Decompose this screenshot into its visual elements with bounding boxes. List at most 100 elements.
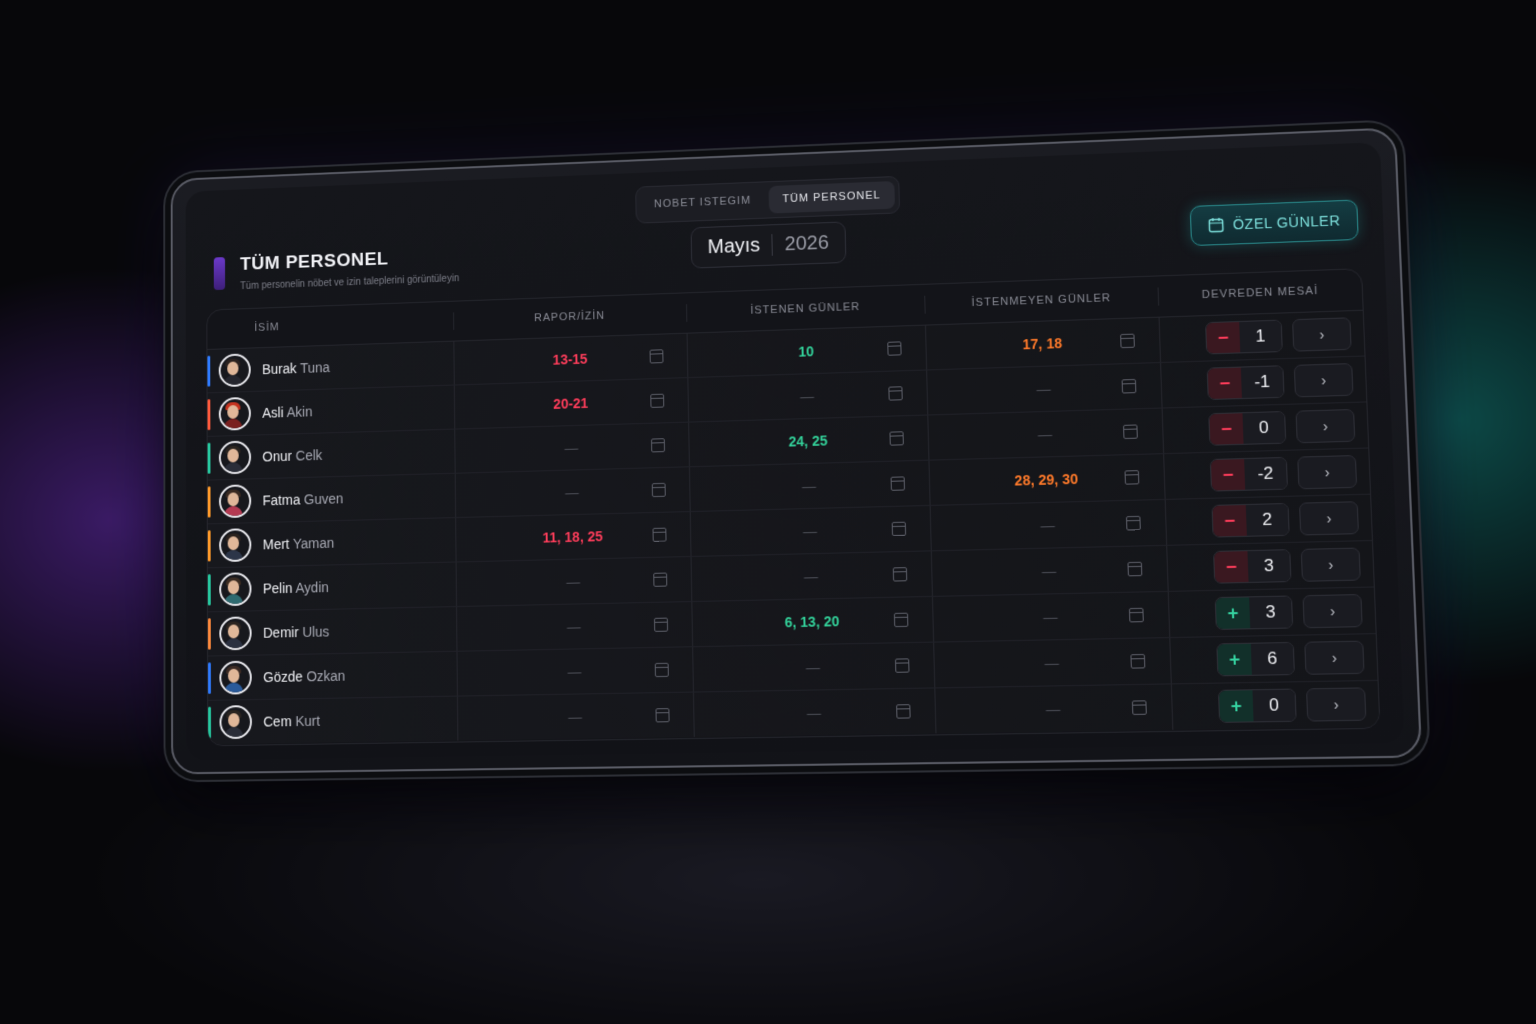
row-detail-button[interactable]: › [1305,687,1367,722]
carryover-stepper: − 2 [1211,502,1290,538]
row-detail-button[interactable]: › [1293,363,1354,398]
report-value: — [565,484,579,501]
decrement-button[interactable]: − [1212,505,1247,537]
calendar-icon[interactable] [887,341,902,356]
last-name: Yaman [292,534,335,552]
calendar-icon[interactable] [655,708,670,723]
carryover-stepper: − 0 [1208,410,1287,446]
avatar-face [228,713,240,728]
row-detail-button[interactable]: › [1292,317,1352,352]
unwanted-cell: 17, 18 [925,317,1162,370]
first-name: Pelin [262,580,293,597]
row-detail-button[interactable]: › [1295,408,1356,444]
report-value: — [568,708,583,725]
calendar-icon[interactable] [1121,378,1137,394]
carryover-value: 6 [1250,642,1294,675]
calendar-icon[interactable] [1120,333,1135,349]
calendar-icon[interactable] [1130,653,1146,669]
calendar-icon[interactable] [894,658,910,673]
calendar-icon[interactable] [889,431,904,446]
increment-button[interactable]: + [1218,690,1254,722]
report-value: — [564,439,579,456]
requested-cell: 10 [687,325,928,378]
row-detail-button[interactable]: › [1304,640,1365,675]
decrement-button[interactable]: − [1214,551,1249,583]
carryover-cell: + 3 › [1169,588,1376,638]
calendar-icon[interactable] [891,521,907,537]
carryover-stepper: − -1 [1206,365,1285,401]
calendar-icon[interactable] [1131,700,1147,715]
avatar [219,660,252,695]
decrement-button[interactable]: − [1209,413,1244,445]
last-name: Celk [295,447,323,464]
carryover-value: -2 [1244,457,1287,490]
increment-button[interactable]: + [1217,643,1252,676]
calendar-icon[interactable] [890,476,905,491]
requested-cell: — [690,505,932,556]
report-value: 20-21 [553,395,589,412]
calendar-icon[interactable] [651,482,666,498]
carryover-cell: − -2 › [1164,449,1370,499]
avatar [219,528,252,563]
special-days-button[interactable]: ÖZEL GÜNLER [1189,199,1359,247]
unwanted-value: — [1044,654,1060,672]
calendar-icon[interactable] [892,567,908,582]
calendar-icon[interactable] [1124,470,1140,485]
carryover-value: -1 [1240,366,1284,399]
calendar-icon[interactable] [651,438,666,453]
requested-value: 6, 13, 20 [784,613,840,631]
avatar-body [223,593,243,607]
page-title: TÜM PERSONEL [240,248,389,275]
calendar-icon[interactable] [888,386,903,401]
increment-button[interactable]: + [1215,597,1251,629]
avatar-body [223,418,243,431]
calendar-icon[interactable] [650,393,665,408]
decrement-button[interactable]: − [1210,459,1246,491]
calendar-icon[interactable] [896,704,911,719]
first-name: Mert [262,535,290,553]
chevron-right-icon: › [1331,649,1338,667]
month-year-selector[interactable]: Mayıs 2026 [690,221,847,269]
calendar-icon[interactable] [1128,607,1144,623]
report-cell: — [457,647,694,696]
name-cell: Mert Yaman [207,518,457,568]
row-detail-button[interactable]: › [1302,593,1363,629]
decrement-button[interactable]: − [1206,322,1241,354]
row-detail-button[interactable]: › [1297,455,1358,490]
chevron-right-icon: › [1329,602,1336,620]
background-scene: NOBET ISTEGIM TÜM PERSONEL TÜM PERSONEL … [0,0,1536,1024]
calendar-icon[interactable] [653,617,669,632]
person-name: Burak Tuna [262,359,330,377]
last-name: Ozkan [306,667,346,685]
report-cell: 13-15 [454,333,689,385]
unwanted-value: — [1045,700,1061,718]
column-header-unwanted[interactable]: İSTENMEYEN GÜNLER [925,287,1160,314]
calendar-icon[interactable] [649,349,664,364]
column-header-report[interactable]: RAPOR/İZİN [454,304,688,330]
calendar-icon[interactable] [653,572,668,587]
person-name: Demir Ulus [263,624,329,641]
first-name: Fatma [262,491,301,509]
chevron-right-icon: › [1324,463,1330,481]
calendar-icon[interactable] [893,612,909,628]
column-header-requested[interactable]: İSTENEN GÜNLER [687,295,926,322]
calendar-icon[interactable] [654,662,669,678]
tab-tum-personel[interactable]: TÜM PERSONEL [768,181,895,214]
calendar-icon[interactable] [1127,561,1143,577]
calendar-icon[interactable] [1125,515,1141,531]
unwanted-value: — [1041,562,1057,580]
calendar-icon[interactable] [1123,424,1138,440]
view-tabs: NOBET ISTEGIM TÜM PERSONEL [635,175,900,224]
calendar-icon[interactable] [652,527,667,542]
avatar-face [227,361,239,376]
tab-nobet-istegim[interactable]: NOBET ISTEGIM [640,186,765,218]
row-color-stripe [207,530,211,562]
requested-value: — [802,522,818,540]
row-color-stripe [208,662,211,694]
decrement-button[interactable]: − [1207,367,1242,400]
column-header-carryover[interactable]: DEVREDEN MESAİ [1159,280,1363,305]
column-header-name[interactable]: İSİM [207,312,455,339]
avatar-body [223,505,243,519]
row-detail-button[interactable]: › [1300,547,1361,582]
row-detail-button[interactable]: › [1298,501,1360,536]
